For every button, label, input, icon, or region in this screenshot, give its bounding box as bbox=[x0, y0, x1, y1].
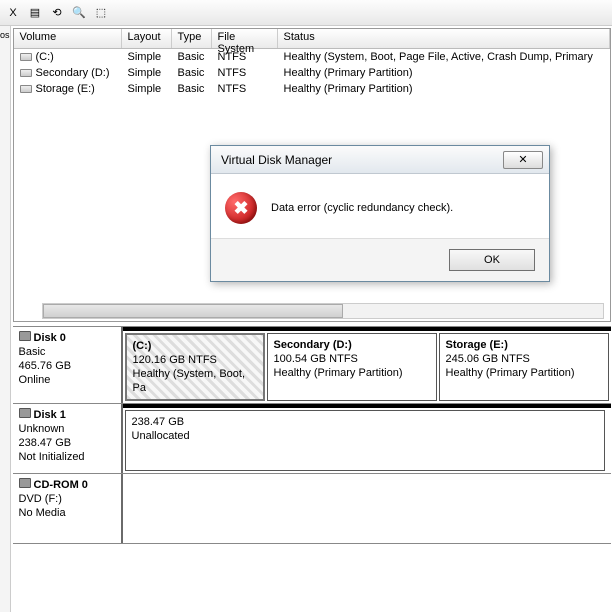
disk-icon bbox=[19, 478, 31, 488]
disk-info[interactable]: CD-ROM 0DVD (F:)No Media bbox=[13, 474, 123, 543]
dialog-message: Data error (cyclic redundancy check). bbox=[271, 202, 453, 214]
toolbar-btn-0[interactable]: X bbox=[4, 4, 22, 22]
disk-partitions bbox=[123, 474, 611, 543]
volume-row[interactable]: Storage (E:) SimpleBasicNTFSHealthy (Prim… bbox=[14, 81, 610, 97]
dialog-titlebar[interactable]: Virtual Disk Manager ✕ bbox=[211, 146, 549, 174]
disk-row: Disk 0Basic465.76 GBOnline(C:)120.16 GB … bbox=[13, 327, 611, 404]
volume-layout: Simple bbox=[122, 83, 172, 95]
col-status[interactable]: Status bbox=[278, 29, 610, 48]
disk-row: CD-ROM 0DVD (F:)No Media bbox=[13, 474, 611, 544]
dialog-title: Virtual Disk Manager bbox=[221, 153, 332, 167]
volume-name: Storage (E:) bbox=[36, 83, 95, 95]
error-dialog: Virtual Disk Manager ✕ ✖ Data error (cyc… bbox=[210, 145, 550, 282]
ok-button[interactable]: OK bbox=[449, 249, 535, 271]
disk-icon bbox=[19, 331, 31, 341]
partition[interactable]: Storage (E:)245.06 GB NTFSHealthy (Prima… bbox=[439, 333, 609, 401]
volume-layout: Simple bbox=[122, 67, 172, 79]
toolbar-btn-1[interactable]: ▤ bbox=[26, 4, 44, 22]
volume-fs: NTFS bbox=[212, 83, 278, 95]
error-icon: ✖ bbox=[225, 192, 257, 224]
volume-type: Basic bbox=[172, 51, 212, 63]
left-rail: os bbox=[0, 26, 11, 612]
dialog-body: ✖ Data error (cyclic redundancy check). bbox=[211, 174, 549, 239]
partition[interactable]: (C:)120.16 GB NTFSHealthy (System, Boot,… bbox=[125, 333, 265, 401]
scroll-thumb[interactable] bbox=[43, 304, 343, 318]
partition[interactable]: Secondary (D:)100.54 GB NTFSHealthy (Pri… bbox=[267, 333, 437, 401]
volume-type: Basic bbox=[172, 83, 212, 95]
disk-partitions: 238.47 GBUnallocated bbox=[123, 404, 611, 473]
disk-partitions: (C:)120.16 GB NTFSHealthy (System, Boot,… bbox=[123, 327, 611, 403]
drive-icon bbox=[20, 85, 32, 93]
dialog-close-button[interactable]: ✕ bbox=[503, 151, 543, 169]
volume-row[interactable]: Secondary (D:) SimpleBasicNTFSHealthy (Pr… bbox=[14, 65, 610, 81]
volume-list-header: Volume Layout Type File System Status bbox=[14, 29, 610, 49]
volume-status: Healthy (Primary Partition) bbox=[278, 83, 610, 95]
partition[interactable]: 238.47 GBUnallocated bbox=[125, 410, 605, 471]
toolbar-btn-3[interactable]: 🔍 bbox=[70, 4, 88, 22]
volume-fs: NTFS bbox=[212, 51, 278, 63]
volume-name: Secondary (D:) bbox=[36, 67, 110, 79]
volume-type: Basic bbox=[172, 67, 212, 79]
volume-status: Healthy (System, Boot, Page File, Active… bbox=[278, 51, 610, 63]
drive-icon bbox=[20, 69, 32, 77]
col-volume[interactable]: Volume bbox=[14, 29, 122, 48]
volume-layout: Simple bbox=[122, 51, 172, 63]
horizontal-scrollbar[interactable] bbox=[42, 303, 604, 319]
toolbar: X ▤ ⟲ 🔍 ⬚ bbox=[0, 0, 612, 26]
disk-info[interactable]: Disk 0Basic465.76 GBOnline bbox=[13, 327, 123, 403]
col-filesystem[interactable]: File System bbox=[212, 29, 278, 48]
volume-status: Healthy (Primary Partition) bbox=[278, 67, 610, 79]
toolbar-btn-2[interactable]: ⟲ bbox=[48, 4, 66, 22]
volume-row[interactable]: (C:) SimpleBasicNTFSHealthy (System, Boot… bbox=[14, 49, 610, 65]
disk-panel: Disk 0Basic465.76 GBOnline(C:)120.16 GB … bbox=[13, 326, 611, 544]
col-type[interactable]: Type bbox=[172, 29, 212, 48]
toolbar-btn-4[interactable]: ⬚ bbox=[92, 4, 110, 22]
volume-fs: NTFS bbox=[212, 67, 278, 79]
volume-name: (C:) bbox=[36, 51, 54, 63]
disk-info[interactable]: Disk 1Unknown238.47 GBNot Initialized bbox=[13, 404, 123, 473]
col-layout[interactable]: Layout bbox=[122, 29, 172, 48]
disk-icon bbox=[19, 408, 31, 418]
drive-icon bbox=[20, 53, 32, 61]
disk-row: Disk 1Unknown238.47 GBNot Initialized238… bbox=[13, 404, 611, 474]
